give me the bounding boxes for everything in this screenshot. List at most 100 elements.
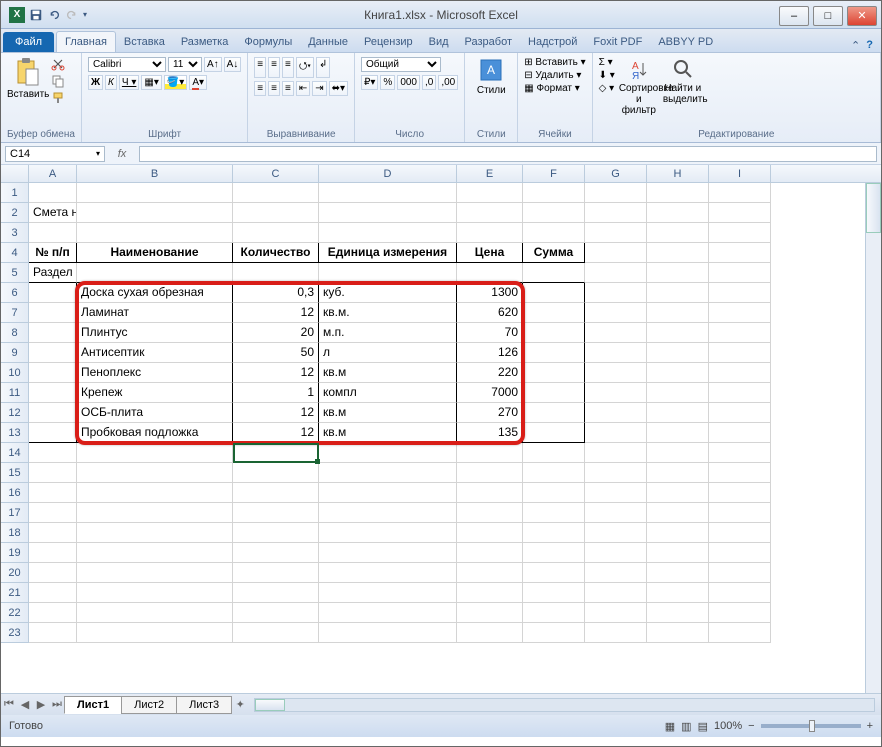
row-header-21[interactable]: 21 [1,583,29,603]
cell-B9[interactable]: Антисептик [77,343,233,363]
cell-C18[interactable] [233,523,319,543]
cell-I19[interactable] [709,543,771,563]
ribbon-tab-9[interactable]: Foxit PDF [585,32,650,52]
zoom-slider-thumb[interactable] [809,720,815,732]
cell-D5[interactable] [319,263,457,283]
cell-D20[interactable] [319,563,457,583]
name-box[interactable]: C14 ▾ [5,146,105,162]
cell-F1[interactable] [523,183,585,203]
align-right-icon[interactable]: ≡ [282,81,294,96]
save-icon[interactable] [29,8,43,22]
cell-F11[interactable] [523,383,585,403]
merge-icon[interactable]: ⬌▾ [329,81,348,96]
cell-E17[interactable] [457,503,523,523]
cell-A2[interactable]: Смета на работы [29,203,77,223]
cell-H18[interactable] [647,523,709,543]
cell-G8[interactable] [585,323,647,343]
cell-D6[interactable]: куб. [319,283,457,303]
cell-F6[interactable] [523,283,585,303]
fx-icon[interactable]: fx [109,148,135,160]
cell-F18[interactable] [523,523,585,543]
cell-D4[interactable]: Единица измерения [319,243,457,263]
wrap-text-icon[interactable]: ↲ [316,57,330,78]
row-header-4[interactable]: 4 [1,243,29,263]
ribbon-tab-7[interactable]: Разработ [457,32,520,52]
cell-I8[interactable] [709,323,771,343]
cell-E22[interactable] [457,603,523,623]
cell-E11[interactable]: 7000 [457,383,523,403]
cell-D12[interactable]: кв.м [319,403,457,423]
cell-C5[interactable] [233,263,319,283]
cell-I4[interactable] [709,243,771,263]
cell-B20[interactable] [77,563,233,583]
cell-H15[interactable] [647,463,709,483]
cut-icon[interactable] [51,57,65,71]
cell-C10[interactable]: 12 [233,363,319,383]
cell-D22[interactable] [319,603,457,623]
number-format-select[interactable]: Общий [361,57,441,72]
cell-F21[interactable] [523,583,585,603]
percent-icon[interactable]: % [380,75,395,90]
cell-E19[interactable] [457,543,523,563]
cell-E20[interactable] [457,563,523,583]
cell-E12[interactable]: 270 [457,403,523,423]
cell-G13[interactable] [585,423,647,443]
decrease-indent-icon[interactable]: ⇤ [296,81,310,96]
cell-B23[interactable] [77,623,233,643]
cell-D23[interactable] [319,623,457,643]
sheet-tab-2[interactable]: Лист3 [176,696,232,714]
cell-F3[interactable] [523,223,585,243]
cell-I1[interactable] [709,183,771,203]
cell-C2[interactable] [233,203,319,223]
border-button[interactable]: ▦▾ [141,75,161,90]
hscroll-thumb[interactable] [255,699,285,711]
cell-B11[interactable]: Крепеж [77,383,233,403]
cell-A18[interactable] [29,523,77,543]
cell-D17[interactable] [319,503,457,523]
cell-A16[interactable] [29,483,77,503]
ribbon-tab-5[interactable]: Рецензир [356,32,421,52]
cell-E18[interactable] [457,523,523,543]
cell-D8[interactable]: м.п. [319,323,457,343]
cell-G20[interactable] [585,563,647,583]
cell-F2[interactable] [523,203,585,223]
undo-icon[interactable] [47,8,61,22]
zoom-slider[interactable] [761,724,861,728]
column-header-G[interactable]: G [585,165,647,182]
cell-A10[interactable] [29,363,77,383]
row-header-14[interactable]: 14 [1,443,29,463]
cell-A12[interactable] [29,403,77,423]
vertical-scrollbar[interactable] [865,183,881,693]
fill-icon[interactable]: ⬇ ▾ [599,70,615,81]
select-all-corner[interactable] [1,165,29,182]
vscroll-thumb[interactable] [866,183,881,233]
cell-H2[interactable] [647,203,709,223]
fill-color-button[interactable]: 🪣▾ [164,75,187,90]
file-tab[interactable]: Файл [3,32,54,52]
cell-E5[interactable] [457,263,523,283]
cell-E1[interactable] [457,183,523,203]
row-header-9[interactable]: 9 [1,343,29,363]
bold-button[interactable]: Ж [88,75,103,90]
cell-G19[interactable] [585,543,647,563]
formula-input[interactable] [139,146,877,162]
row-header-19[interactable]: 19 [1,543,29,563]
cell-H3[interactable] [647,223,709,243]
cell-H19[interactable] [647,543,709,563]
cell-E21[interactable] [457,583,523,603]
font-size-select[interactable]: 11 [168,57,202,72]
cell-C14[interactable] [233,443,319,463]
new-sheet-icon[interactable]: ✦ [232,698,248,711]
cell-C6[interactable]: 0,3 [233,283,319,303]
cell-C16[interactable] [233,483,319,503]
column-header-I[interactable]: I [709,165,771,182]
sheet-tab-1[interactable]: Лист2 [121,696,177,714]
cell-D19[interactable] [319,543,457,563]
cell-F5[interactable] [523,263,585,283]
cell-D15[interactable] [319,463,457,483]
ribbon-tab-1[interactable]: Вставка [116,32,173,52]
cell-C4[interactable]: Количество [233,243,319,263]
cell-I16[interactable] [709,483,771,503]
ribbon-tab-6[interactable]: Вид [421,32,457,52]
column-header-F[interactable]: F [523,165,585,182]
